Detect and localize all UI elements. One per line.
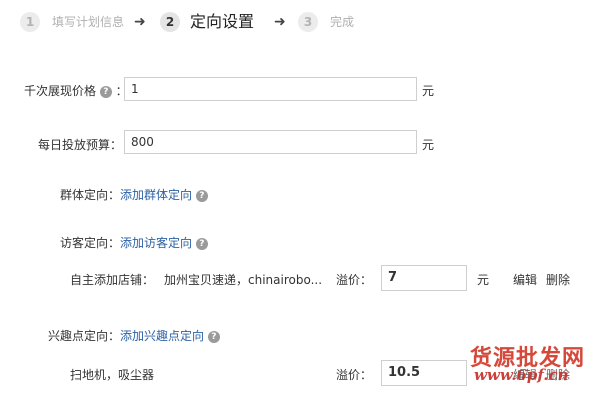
daily-budget-input[interactable]: 800	[124, 130, 417, 154]
daily-budget-label: 每日投放预算：	[38, 138, 123, 152]
interest-targeting-row: 兴趣点定向：添加兴趣点定向 ?	[48, 327, 220, 344]
help-icon[interactable]: ?	[195, 189, 208, 202]
help-icon[interactable]: ?	[195, 237, 208, 250]
step-3-number: 3	[298, 12, 318, 32]
watermark-url: www.6pf.cn	[474, 366, 569, 384]
step-1-label: 填写计划信息	[52, 15, 125, 29]
edit-shops-button[interactable]: 编辑	[513, 271, 537, 288]
delete-shops-button[interactable]: 删除	[546, 271, 570, 288]
step-1-number: 1	[20, 12, 40, 32]
help-icon[interactable]: ?	[99, 85, 112, 98]
shop-premium-label: 溢价：	[336, 273, 373, 287]
group-targeting-label: 群体定向：	[60, 188, 121, 202]
add-interest-targeting-link[interactable]: 添加兴趣点定向	[120, 329, 204, 343]
visitor-targeting-label: 访客定向：	[60, 236, 121, 250]
visitor-targeting-row: 访客定向：添加访客定向 ?	[60, 234, 208, 251]
interest-targeting-label: 兴趣点定向：	[48, 329, 121, 343]
cpm-price-input[interactable]: 1	[124, 77, 417, 101]
custom-shops-label: 自主添加店铺：	[70, 273, 155, 287]
help-icon[interactable]: ?	[207, 330, 220, 343]
step-3-label: 完成	[330, 15, 355, 29]
cpm-price-label: 千次展现价格	[24, 84, 97, 98]
step-arrow-icon: ➜	[134, 14, 146, 30]
interest-keywords: 扫地机，吸尘器	[70, 368, 155, 382]
interest-premium-input[interactable]: 10.5	[381, 360, 467, 386]
cpm-price-row: 千次展现价格 ? ：	[24, 82, 128, 99]
daily-budget-unit: 元	[422, 138, 435, 152]
shop-premium-input[interactable]: 7	[381, 265, 467, 291]
add-visitor-targeting-link[interactable]: 添加访客定向	[120, 236, 192, 250]
interest-premium-label: 溢价：	[336, 368, 373, 382]
step-arrow-icon: ➜	[274, 14, 286, 30]
step-2-label: 定向设置	[190, 12, 255, 31]
step-2-number: 2	[160, 12, 180, 32]
add-group-targeting-link[interactable]: 添加群体定向	[120, 188, 192, 202]
custom-shops-value: 加州宝贝速递，chinairobo...	[164, 273, 323, 287]
shop-premium-unit: 元	[477, 273, 490, 287]
cpm-price-unit: 元	[422, 84, 435, 98]
group-targeting-row: 群体定向：添加群体定向 ?	[60, 186, 208, 203]
